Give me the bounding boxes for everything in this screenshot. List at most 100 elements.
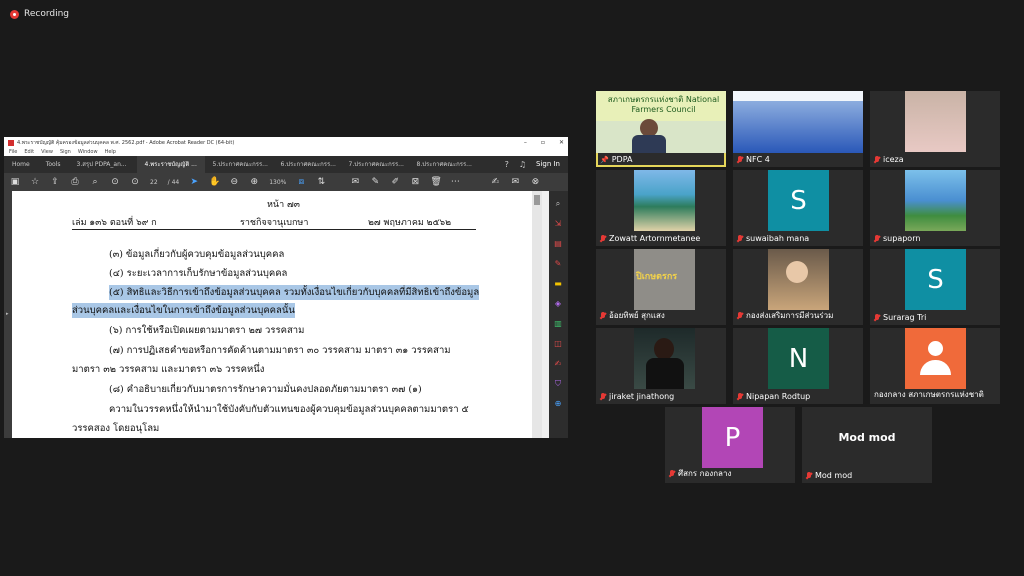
participant-initial: P xyxy=(702,407,763,468)
menu-help[interactable]: Help xyxy=(105,149,116,155)
minimize-icon[interactable]: – xyxy=(524,137,527,148)
participant-tile[interactable]: jiraket jinathong xyxy=(596,328,726,404)
next-page-icon[interactable]: ⊙ xyxy=(130,177,140,187)
zoom-out-icon[interactable]: ⊖ xyxy=(229,177,239,187)
doc-line: (๗) การปฏิเสธคำขอหรือการคัดค้านตามมาตรา … xyxy=(109,345,451,356)
close-icon[interactable]: ✕ xyxy=(559,137,564,148)
participant-tile[interactable]: iceza xyxy=(870,91,1000,167)
participant-tile[interactable]: Mod mod Mod mod xyxy=(802,407,932,483)
muted-mic-icon xyxy=(669,470,675,477)
muted-mic-icon xyxy=(737,312,743,319)
participant-tile[interactable]: S Surarag Tri xyxy=(870,249,1000,325)
doc-line: ความในวรรคหนึ่งให้นำมาใช้บังคับกับตัวแทน… xyxy=(109,404,469,415)
select-cursor-icon[interactable]: ➤ xyxy=(189,177,199,187)
participant-tile[interactable]: กองส่งเสริมการมีส่วนร่วม xyxy=(733,249,863,325)
participant-tile[interactable]: supaporn xyxy=(870,170,1000,246)
participant-name: NFC 4 xyxy=(746,155,770,164)
participant-tile[interactable]: ปิเกษตรกร อ้อยทิพย์ สุกแสง xyxy=(596,249,726,325)
recording-indicator: Recording xyxy=(10,9,69,19)
delete-icon[interactable]: 🗑 xyxy=(430,177,441,187)
maximize-icon[interactable]: ▫ xyxy=(541,137,545,148)
doc-line: มาตรา ๓๒ วรรคสาม และมาตรา ๓๖ วรรคหนึ่ง xyxy=(72,364,265,375)
doc-line-highlighted[interactable]: (๕) สิทธิและวิธีการเข้าถึงข้อมูลส่วนบุคค… xyxy=(109,285,480,300)
participant-tile[interactable]: NFC 4 xyxy=(733,91,863,167)
edit-pdf-icon[interactable]: ✎ xyxy=(553,259,563,269)
participant-display-name: Mod mod xyxy=(838,431,896,444)
zoom-in-icon[interactable]: ⊕ xyxy=(249,177,259,187)
participant-tile[interactable]: กองกลาง สภาเกษตรกรแห่งชาติ xyxy=(870,328,1000,404)
muted-mic-icon xyxy=(600,312,606,319)
tab-home[interactable]: Home xyxy=(4,156,38,173)
participant-video: สภาเกษตรกรแห่งชาติ National Farmers Coun… xyxy=(596,91,726,153)
left-panel-toggle[interactable]: ▸ xyxy=(4,191,12,438)
doc-line: (๓) ข้อมูลเกี่ยวกับผู้ควบคุมข้อมูลส่วนบุ… xyxy=(109,249,285,260)
help-icon[interactable]: ? xyxy=(505,156,509,173)
save-icon[interactable]: ▣ xyxy=(10,177,20,187)
doc-line: (๔) ระยะเวลาการเก็บรักษาข้อมูลส่วนบุคคล xyxy=(109,268,288,279)
page-number-label: หน้า ๗๓ xyxy=(267,200,300,210)
protect-icon[interactable]: ⛉ xyxy=(553,379,563,389)
stamp-icon[interactable]: ⊠ xyxy=(410,177,420,187)
hand-tool-icon[interactable]: ✋ xyxy=(209,177,220,187)
menu-edit[interactable]: Edit xyxy=(24,149,34,155)
prev-page-icon[interactable]: ⊙ xyxy=(110,177,120,187)
muted-mic-icon xyxy=(806,472,812,479)
compress-pdf-icon[interactable]: ◫ xyxy=(553,339,563,349)
comment-icon[interactable]: ✉ xyxy=(350,177,360,187)
participant-tile[interactable]: S suwaibah mana xyxy=(733,170,863,246)
more-tools-icon[interactable]: ⋯ xyxy=(450,177,460,187)
page-current-field[interactable]: 22 xyxy=(150,179,158,186)
window-titlebar: 4.พระราชบัญญัติ คุ้มครองข้อมูลส่วนบุคคล … xyxy=(4,137,568,148)
doc-line-highlighted[interactable]: ส่วนบุคคลและเงื่อนไขในการเข้าถึงข้อมูลส่… xyxy=(72,303,295,318)
comment-icon[interactable]: ▬ xyxy=(553,279,563,289)
highlight-pen-icon[interactable]: ✎ xyxy=(370,177,380,187)
participant-tile[interactable]: Zowatt Artornmetanee xyxy=(596,170,726,246)
doc-line: วรรคสอง โดยอนุโลม xyxy=(72,423,160,434)
organize-pages-icon[interactable]: ▥ xyxy=(553,319,563,329)
zoom-level[interactable]: 130% xyxy=(269,179,286,186)
muted-mic-icon xyxy=(874,235,880,242)
tab-doc-8[interactable]: 8.ประกาศคณะกรร... xyxy=(409,156,477,173)
sign-in-button[interactable]: Sign In xyxy=(536,156,560,173)
print-icon[interactable]: ⎙ xyxy=(70,177,80,187)
tab-tools[interactable]: Tools xyxy=(38,156,69,173)
more-tools-icon[interactable]: ⊕ xyxy=(553,399,563,409)
tab-doc-4[interactable]: 4.พระราชบัญญัติ ... xyxy=(136,156,205,173)
tab-bar: Home Tools 3.สรุป PDPA_an... 4.พระราชบัญ… xyxy=(4,156,568,173)
create-pdf-icon[interactable]: ▤ xyxy=(553,239,563,249)
pin-icon: 📌 xyxy=(600,155,609,164)
tab-doc-3[interactable]: 3.สรุป PDPA_an... xyxy=(69,156,137,173)
export-pdf-icon[interactable]: ⇲ xyxy=(553,219,563,229)
share-link-icon[interactable]: ⊗ xyxy=(530,177,540,187)
participant-video xyxy=(733,91,863,153)
participant-name: ศึสกร กองกลาง xyxy=(678,469,732,478)
combine-files-icon[interactable]: ◈ xyxy=(553,299,563,309)
fill-sign-icon[interactable]: ✍ xyxy=(490,177,500,187)
tab-doc-7[interactable]: 7.ประกาศคณะกรร... xyxy=(341,156,409,173)
muted-mic-icon xyxy=(874,156,880,163)
fit-page-icon[interactable]: ⧈ xyxy=(296,177,306,187)
vertical-scrollbar[interactable] xyxy=(532,191,542,438)
email-icon[interactable]: ✉ xyxy=(510,177,520,187)
draw-icon[interactable]: ✐ xyxy=(390,177,400,187)
bookmark-star-icon[interactable]: ☆ xyxy=(30,177,40,187)
fill-sign-icon[interactable]: ✍ xyxy=(553,359,563,369)
participant-tile[interactable]: N Nipapan Rodtup xyxy=(733,328,863,404)
menu-file[interactable]: File xyxy=(9,149,17,155)
search-icon[interactable]: ⌕ xyxy=(553,199,563,209)
menu-view[interactable]: View xyxy=(41,149,53,155)
header-date: ๒๗ พฤษภาคม ๒๕๖๒ xyxy=(368,218,452,228)
acrobat-window: 4.พระราชบัญญัติ คุ้มครองข้อมูลส่วนบุคคล … xyxy=(4,137,568,438)
participant-tile[interactable]: P ศึสกร กองกลาง xyxy=(665,407,795,483)
upload-icon[interactable]: ⇪ xyxy=(50,177,60,187)
menu-sign[interactable]: Sign xyxy=(60,149,71,155)
search-icon[interactable]: ⌕ xyxy=(90,177,100,187)
tab-doc-6[interactable]: 6.ประกาศคณะกรร... xyxy=(273,156,341,173)
menu-bar: File Edit View Sign Window Help xyxy=(4,148,568,156)
participant-photo xyxy=(905,170,966,231)
menu-window[interactable]: Window xyxy=(78,149,98,155)
tab-doc-5[interactable]: 5.ประกาศคณะกรร... xyxy=(205,156,273,173)
notification-bell-icon[interactable]: ♫ xyxy=(519,156,526,173)
participant-tile[interactable]: สภาเกษตรกรแห่งชาติ National Farmers Coun… xyxy=(596,91,726,167)
scroll-mode-icon[interactable]: ⇅ xyxy=(316,177,326,187)
